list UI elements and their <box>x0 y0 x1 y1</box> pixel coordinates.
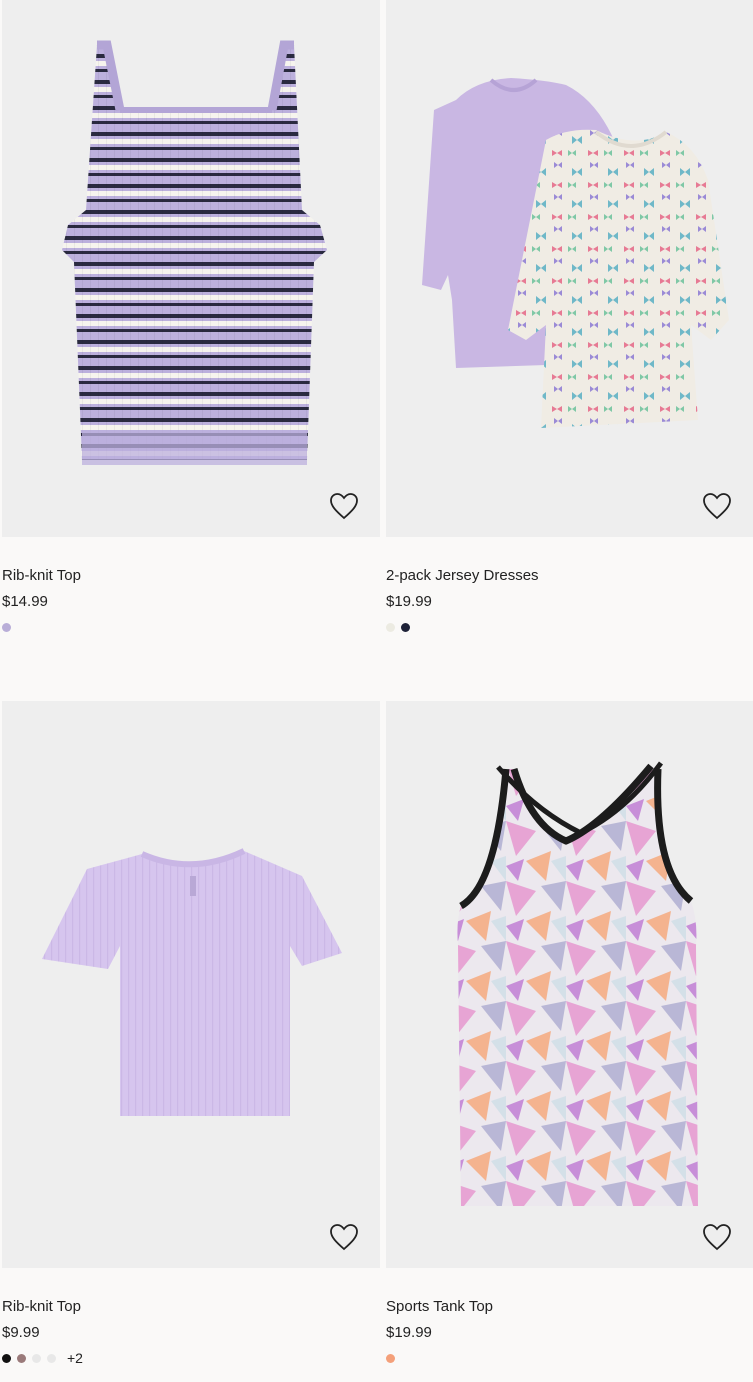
color-swatches <box>386 1352 753 1364</box>
product-card[interactable]: Rib-knit Top $9.99 +2 <box>2 701 380 1366</box>
color-swatch[interactable] <box>2 1353 11 1363</box>
product-price: $19.99 <box>386 593 432 610</box>
color-swatch[interactable] <box>386 1353 395 1363</box>
product-price: $14.99 <box>2 593 48 610</box>
product-title[interactable]: Sports Tank Top <box>386 1298 753 1316</box>
color-swatch[interactable] <box>32 1353 41 1363</box>
product-price: $9.99 <box>2 1324 40 1341</box>
product-title[interactable]: Rib-knit Top <box>2 1298 380 1316</box>
color-swatch[interactable] <box>2 622 11 632</box>
sports-tank-image <box>457 761 698 1206</box>
product-grid: Rib-knit Top $14.99 2-pack Jersey Dresse… <box>0 0 753 1382</box>
product-title[interactable]: Rib-knit Top <box>2 567 380 585</box>
more-colors-link[interactable]: +2 <box>67 1350 83 1366</box>
favorite-heart-icon[interactable] <box>328 1222 360 1252</box>
lilac-tshirt-image <box>42 848 342 1116</box>
product-card[interactable]: Sports Tank Top $19.99 <box>386 701 753 1364</box>
favorite-heart-icon[interactable] <box>328 491 360 521</box>
color-swatch[interactable] <box>401 622 410 632</box>
favorite-heart-icon[interactable] <box>701 1222 733 1252</box>
product-card[interactable]: Rib-knit Top $14.99 <box>2 0 380 633</box>
product-image[interactable] <box>2 0 380 537</box>
color-swatches <box>2 621 380 633</box>
striped-tank-top-image <box>62 40 327 465</box>
product-image[interactable] <box>2 701 380 1268</box>
color-swatches: +2 <box>2 1350 380 1366</box>
product-title[interactable]: 2-pack Jersey Dresses <box>386 567 753 585</box>
product-image[interactable] <box>386 0 753 537</box>
jersey-dresses-image <box>422 78 729 428</box>
product-image[interactable] <box>386 701 753 1268</box>
color-swatches <box>386 621 753 633</box>
color-swatch[interactable] <box>386 622 395 632</box>
color-swatch[interactable] <box>47 1353 56 1363</box>
product-price: $19.99 <box>386 1324 432 1341</box>
product-card[interactable]: 2-pack Jersey Dresses $19.99 <box>386 0 753 633</box>
color-swatch[interactable] <box>17 1353 26 1363</box>
favorite-heart-icon[interactable] <box>701 491 733 521</box>
